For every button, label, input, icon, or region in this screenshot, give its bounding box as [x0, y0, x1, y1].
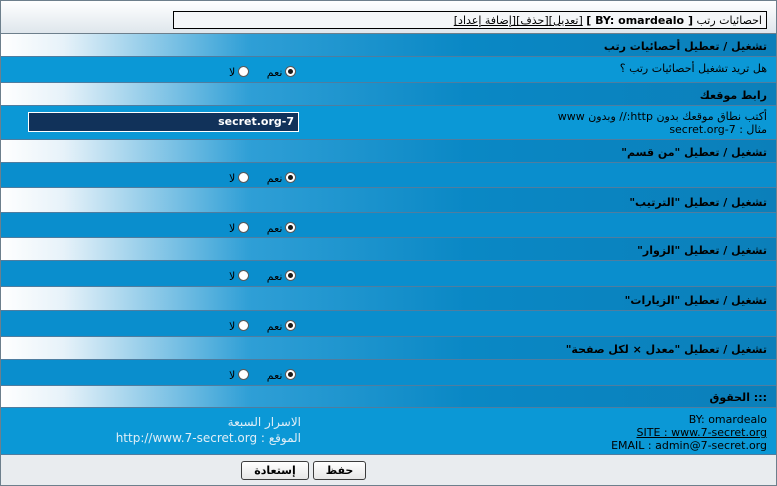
radio-group-enable-stats: نعم لا — [229, 66, 297, 79]
radio-no[interactable] — [238, 320, 250, 331]
radio-yes-label: نعم — [266, 222, 283, 235]
radio-yes[interactable] — [285, 270, 297, 281]
setting-row-visits: نعم لا — [1, 311, 776, 337]
title-bar: احصائيات رتب [ BY: omardealo ] [تعديل][ح… — [1, 1, 776, 34]
setting-row-site-link: أكتب نطاق موقعك بدون http:// وبدون www م… — [1, 106, 776, 140]
radio-group-visits: نعم لا — [229, 320, 297, 333]
plugin-name: احصائيات رتب — [696, 14, 762, 27]
delete-link[interactable]: [حذف] — [516, 14, 549, 27]
save-button[interactable]: حفظ — [313, 461, 366, 480]
credit-email: EMAIL : admin@7-secret.org — [611, 439, 767, 452]
add-setting-link[interactable]: [إضافة إعداد] — [454, 14, 516, 27]
credits-row: BY: omardealo SITE : www.7-secret.org EM… — [1, 408, 776, 455]
radio-no-label: لا — [229, 172, 236, 185]
radio-yes[interactable] — [285, 222, 297, 233]
edit-link[interactable]: [تعديل] — [549, 14, 583, 27]
credit-arabic-site: الموقع : http://www.7-secret.org — [115, 431, 301, 445]
radio-group-ranking: نعم لا — [229, 222, 297, 235]
radio-yes[interactable] — [285, 172, 297, 183]
section-header-visits: تشغيل / تعطيل "الزيارات" — [1, 287, 776, 311]
radio-no[interactable] — [238, 270, 250, 281]
section-header-site-link: رابط موقعك — [1, 83, 776, 106]
section-header-enable-stats: تشغيل / تعطيل أحصائيات رتب — [1, 34, 776, 57]
section-title: تشغيل / تعطيل "معدل × لكل صفحة" — [565, 343, 767, 356]
setting-row-visitors: نعم لا — [1, 261, 776, 287]
credits-arabic: الاسرار السبعة الموقع : http://www.7-sec… — [111, 414, 301, 446]
radio-yes-label: نعم — [266, 66, 283, 79]
section-title: تشغيل / تعطيل أحصائيات رتب — [603, 40, 767, 53]
radio-yes-label: نعم — [266, 369, 283, 382]
radio-yes[interactable] — [285, 320, 297, 331]
section-header-ranking: تشغيل / تعطيل "الترتيب" — [1, 188, 776, 213]
credit-author: BY: omardealo — [688, 413, 767, 426]
plugin-title-box: احصائيات رتب [ BY: omardealo ] [تعديل][ح… — [173, 11, 767, 29]
settings-window: احصائيات رتب [ BY: omardealo ] [تعديل][ح… — [0, 0, 777, 486]
radio-no-label: لا — [229, 320, 236, 333]
section-title: تشغيل / تعطيل "الزوار" — [637, 244, 767, 257]
radio-yes[interactable] — [285, 66, 297, 77]
radio-group-from-section: نعم لا — [229, 172, 297, 185]
setting-row-ranking: نعم لا — [1, 213, 776, 238]
credits-english: BY: omardealo SITE : www.7-secret.org EM… — [611, 413, 767, 452]
section-title: تشغيل / تعطيل "الزيارات" — [624, 294, 767, 307]
site-link-example: مثال : secret.org-7 — [669, 123, 767, 136]
form-footer: حفظ إستعادة — [1, 455, 776, 485]
section-title: تشغيل / تعطيل "الترتيب" — [629, 196, 767, 209]
radio-group-rate-per-page: نعم لا — [229, 369, 297, 382]
radio-no-label: لا — [229, 222, 236, 235]
section-header-rights: ::: الحقوق — [1, 386, 776, 408]
site-link-input[interactable]: secret.org-7 — [28, 112, 299, 132]
credit-arabic-name: الاسرار السبعة — [227, 415, 301, 429]
radio-yes-label: نعم — [266, 172, 283, 185]
section-title: ::: الحقوق — [709, 391, 767, 404]
setting-question: هل تريد تشغيل أحصائيات رتب ؟ — [619, 62, 767, 75]
radio-no[interactable] — [238, 222, 250, 233]
radio-no-label: لا — [229, 66, 236, 79]
setting-row-rate-per-page: نعم لا — [1, 360, 776, 386]
section-header-rate-per-page: تشغيل / تعطيل "معدل × لكل صفحة" — [1, 337, 776, 360]
radio-no-label: لا — [229, 270, 236, 283]
radio-yes-label: نعم — [266, 270, 283, 283]
setting-row-enable-stats: هل تريد تشغيل أحصائيات رتب ؟ نعم لا — [1, 57, 776, 83]
section-header-visitors: تشغيل / تعطيل "الزوار" — [1, 238, 776, 261]
radio-no[interactable] — [238, 369, 250, 380]
section-title: رابط موقعك — [699, 89, 767, 102]
section-title: تشغيل / تعطيل "من قسم" — [621, 146, 767, 159]
reset-button[interactable]: إستعادة — [241, 461, 309, 480]
plugin-author: [ BY: omardealo ] — [586, 14, 693, 27]
site-link-hint: أكتب نطاق موقعك بدون http:// وبدون www — [557, 110, 767, 123]
section-header-from-section: تشغيل / تعطيل "من قسم" — [1, 140, 776, 163]
credit-site-link[interactable]: SITE : www.7-secret.org — [637, 426, 768, 439]
radio-yes-label: نعم — [266, 320, 283, 333]
radio-no-label: لا — [229, 369, 236, 382]
radio-group-visitors: نعم لا — [229, 270, 297, 283]
radio-no[interactable] — [238, 172, 250, 183]
setting-row-from-section: نعم لا — [1, 163, 776, 188]
radio-yes[interactable] — [285, 369, 297, 380]
radio-no[interactable] — [238, 66, 250, 77]
